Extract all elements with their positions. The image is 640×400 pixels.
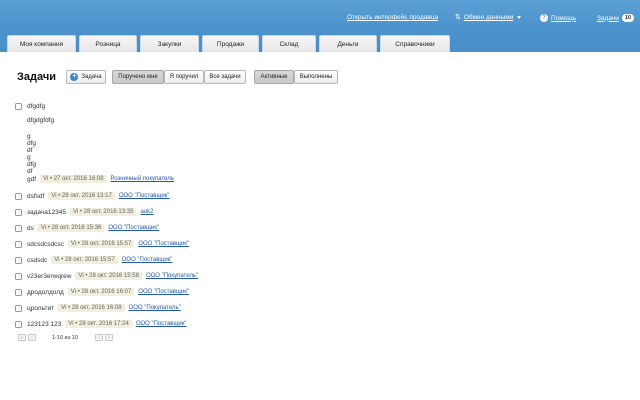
counterparty-link[interactable]: ООО "Поставщик" — [138, 289, 189, 295]
task-title: црольтит — [27, 304, 55, 312]
task-row: sdcsdcsdcsc Vi • 28 окт. 2016 15:57 ООО … — [27, 240, 189, 248]
tasks-label: Задачи — [597, 14, 619, 22]
task-body-line: df — [27, 168, 33, 175]
exchange-arrows-icon: ⇅ — [455, 14, 461, 21]
tab-sales[interactable]: Продажи — [202, 35, 259, 52]
task-row: дродолдолд Vi • 28 окт. 2016 16:07 ООО "… — [27, 288, 189, 296]
top-bar: Открыть интерфейс продавца ⇅ Обмен данны… — [0, 0, 640, 52]
task-title: задача12345 — [27, 208, 66, 216]
task-body-line: dfg — [27, 140, 37, 147]
task-checkbox[interactable] — [15, 257, 22, 264]
task-checkbox[interactable] — [15, 241, 22, 248]
task-title: дродолдолд — [27, 288, 64, 296]
tasks-link[interactable]: Задачи 10 — [597, 14, 634, 22]
task-checkbox[interactable] — [15, 209, 22, 216]
task-row: 123123 123 Vi • 28 окт. 2016 17:24 ООО "… — [27, 320, 187, 328]
tab-my-company[interactable]: Моя компания — [7, 35, 76, 52]
next-page-button[interactable]: › — [95, 334, 103, 341]
task-date-badge: Vi • 28 окт. 2016 17:24 — [65, 320, 132, 328]
counterparty-link[interactable]: ООО "Поставщик" — [122, 257, 173, 263]
task-checkbox[interactable] — [15, 193, 22, 200]
data-exchange-label: Обмен данными — [463, 14, 514, 21]
task-date-badge: Vi • 28 окт. 2016 15:57 — [67, 240, 135, 248]
task-date-badge: Vi • 28 окт. 2016 16:07 — [67, 288, 135, 296]
task-row: црольтит Vi • 28 окт. 2016 16:08 ООО "По… — [27, 304, 181, 312]
task-checkbox[interactable] — [15, 305, 22, 312]
task-body-line: dfgdgfdfg — [27, 117, 55, 124]
tab-purchases[interactable]: Закупки — [140, 35, 199, 52]
task-checkbox[interactable] — [15, 225, 22, 232]
task-date-badge: Vi • 28 окт. 2016 15:57 — [51, 256, 118, 264]
task-checkbox[interactable] — [15, 289, 22, 296]
task-date-badge: Vi • 28 окт. 2016 13:17 — [48, 192, 115, 200]
help-link[interactable]: ? Помощь — [540, 14, 576, 22]
task-row: задача12345 Vi • 28 окт. 2016 13:35 auk2 — [27, 208, 153, 216]
tab-money[interactable]: Деньги — [319, 35, 377, 52]
task-meta: gdf Vi • 27 окт. 2016 16:08 Розничный по… — [27, 175, 174, 183]
task-date-badge: Vi • 28 окт. 2016 15:58 — [75, 272, 142, 280]
task-title: 123123 123 — [27, 320, 62, 328]
task-body-line: df — [27, 147, 33, 154]
filter-i-assigned[interactable]: Я поручил — [164, 70, 204, 84]
prev-page-button[interactable]: ‹ — [28, 334, 36, 341]
counterparty-link[interactable]: auk2 — [140, 209, 153, 215]
task-checkbox[interactable] — [15, 103, 22, 110]
task-body-line: gdf — [27, 175, 37, 183]
plus-icon: + — [70, 73, 79, 81]
task-body-line: g — [27, 133, 31, 140]
last-page-button[interactable]: » — [105, 334, 113, 341]
task-row: ds Vi • 28 окт. 2016 15:36 ООО "Поставщи… — [27, 224, 159, 232]
task-body-line: dfg — [27, 161, 37, 168]
main-tabs: Моя компания Розница Закупки Продажи Скл… — [7, 35, 450, 52]
counterparty-link[interactable]: ООО "Покупатель" — [146, 273, 198, 279]
counterparty-link[interactable]: ООО "Поставщик" — [136, 321, 187, 327]
open-seller-interface-link[interactable]: Открыть интерфейс продавца — [347, 14, 438, 21]
task-row: dsfsdf Vi • 28 окт. 2016 13:17 ООО "Пост… — [27, 192, 170, 200]
task-date-badge: Vi • 27 окт. 2016 16:08 — [40, 175, 107, 183]
task-title: ds — [27, 224, 34, 232]
task-row: csdsdc Vi • 28 окт. 2016 15:57 ООО "Пост… — [27, 256, 172, 264]
filter-active[interactable]: Активные — [254, 70, 294, 84]
task-title: sdcsdcsdcsc — [27, 240, 64, 248]
task-title: dsfsdf — [27, 192, 45, 200]
task-title: csdsdc — [27, 256, 48, 264]
pager-summary: 1-10 из 10 — [52, 335, 78, 341]
task-checkbox[interactable] — [15, 321, 22, 328]
filter-assigned-to-me[interactable]: Поручено мне — [112, 70, 164, 84]
filter-done[interactable]: Выполнены — [294, 70, 338, 84]
first-page-button[interactable]: « — [18, 334, 26, 341]
task-body-line: g — [27, 154, 31, 161]
chevron-down-icon — [517, 16, 522, 19]
tab-warehouse[interactable]: Склад — [262, 35, 316, 52]
counterparty-link[interactable]: ООО "Покупатель" — [129, 305, 181, 311]
counterparty-link[interactable]: ООО "Поставщик" — [119, 193, 170, 199]
counterparty-link[interactable]: ООО "Поставщик" — [108, 225, 159, 231]
counterparty-link[interactable]: ООО "Поставщик" — [138, 241, 189, 247]
filter-all-tasks[interactable]: Все задачи — [204, 70, 246, 84]
help-icon: ? — [540, 14, 548, 22]
task-row: v23er3erwqrew Vi • 28 окт. 2016 15:58 ОО… — [27, 272, 198, 280]
page-title: Задачи — [17, 71, 56, 83]
add-task-label: Задача — [81, 74, 102, 80]
task-date-badge: Vi • 28 окт. 2016 15:36 — [37, 224, 105, 232]
tasks-count-badge: 10 — [621, 14, 634, 22]
tab-retail[interactable]: Розница — [79, 35, 137, 52]
tab-directories[interactable]: Справочники — [380, 35, 450, 52]
help-label: Помощь — [551, 14, 577, 22]
data-exchange-menu[interactable]: ⇅ Обмен данными — [455, 14, 522, 21]
task-date-badge: Vi • 28 окт. 2016 16:08 — [58, 304, 125, 312]
task-checkbox[interactable] — [15, 273, 22, 280]
counterparty-link[interactable]: Розничный покупатель — [111, 176, 174, 182]
add-task-button[interactable]: + Задача — [66, 70, 106, 84]
task-date-badge: Vi • 28 окт. 2016 13:35 — [69, 208, 137, 216]
task-title: dfgdfg — [27, 103, 46, 110]
task-title: v23er3erwqrew — [27, 272, 72, 280]
